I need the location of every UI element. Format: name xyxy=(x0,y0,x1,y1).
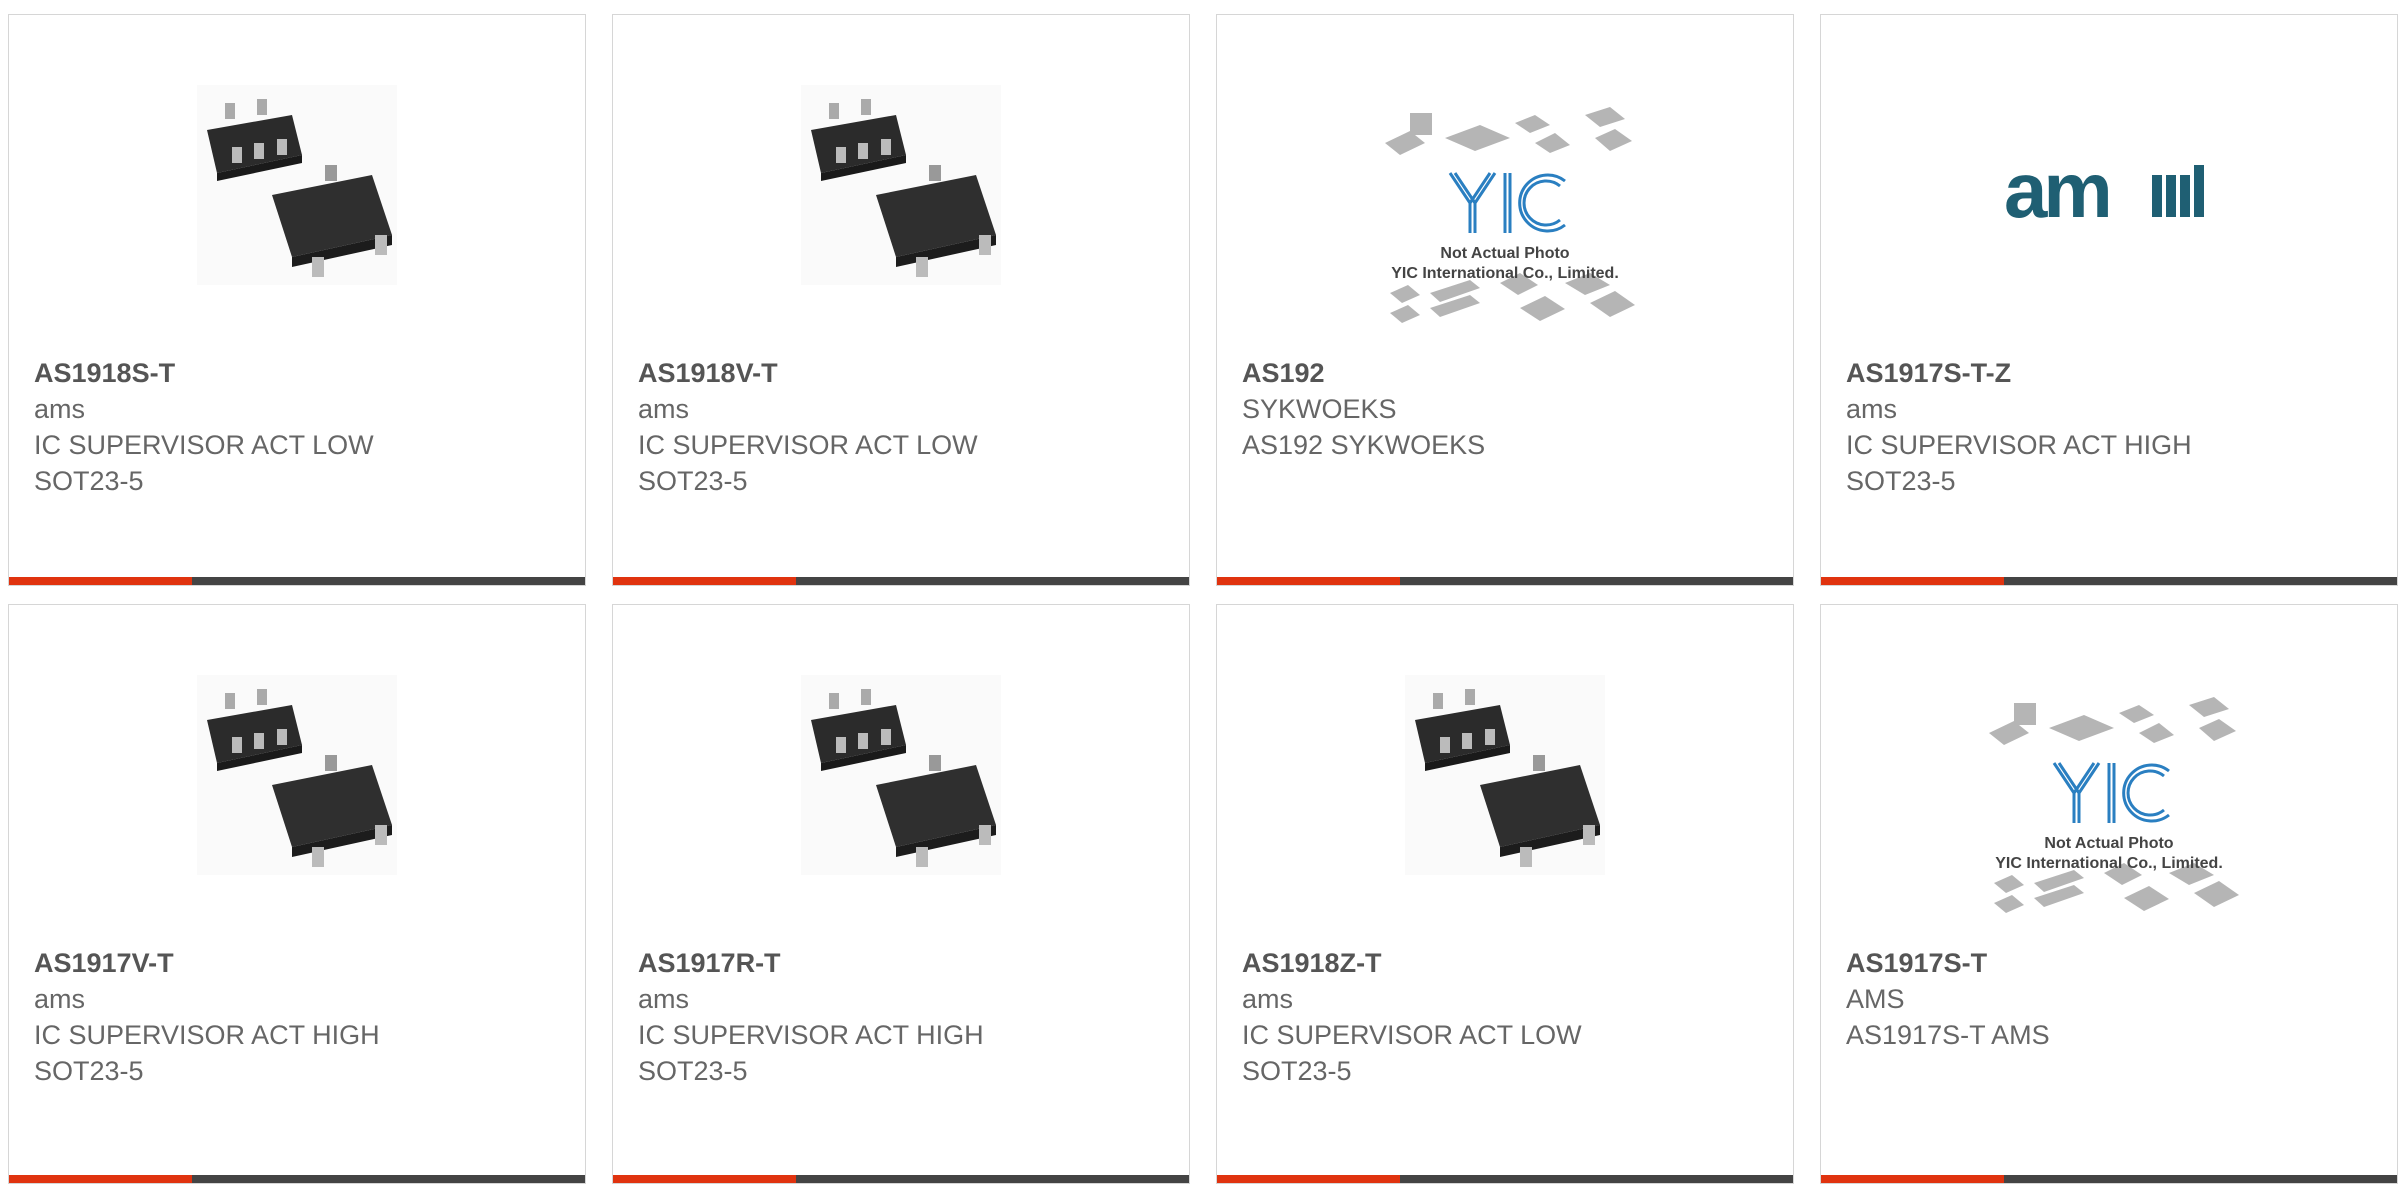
part-number-link[interactable]: AS192 xyxy=(1242,355,1783,391)
product-card[interactable]: AS1918Z-T ams IC SUPERVISOR ACT LOW SOT23-5 xyxy=(1216,604,1794,1184)
product-info: AS1918Z-T ams IC SUPERVISOR ACT LOW SOT23-5 xyxy=(1242,945,1783,1089)
part-number-link[interactable]: AS1918S-T xyxy=(34,355,575,391)
package-text: SOT23-5 xyxy=(1846,466,1956,496)
card-accent-bar xyxy=(1821,1175,2004,1183)
part-number-link[interactable]: AS1917V-T xyxy=(34,945,575,981)
product-card[interactable]: AS1918V-T ams IC SUPERVISOR ACT LOW SOT23-5 xyxy=(612,14,1190,586)
product-image[interactable] xyxy=(9,605,585,935)
sot23-chip-icon xyxy=(1405,675,1605,875)
brand-label: ams xyxy=(1846,394,1898,424)
description-text: IC SUPERVISOR ACT HIGH xyxy=(34,1020,380,1050)
product-image[interactable] xyxy=(613,15,1189,345)
description-text: IC SUPERVISOR ACT HIGH xyxy=(1846,430,2192,460)
card-bottom-bar xyxy=(1217,577,1793,585)
product-image[interactable]: am xyxy=(1821,15,2397,345)
part-number-link[interactable]: AS1917S-T-Z xyxy=(1846,355,2387,391)
brand-label: SYKWOEKS xyxy=(1242,394,1397,424)
part-number-link[interactable]: AS1917R-T xyxy=(638,945,1179,981)
brand-label: AMS xyxy=(1846,984,1905,1014)
card-bottom-bar xyxy=(9,577,585,585)
product-card[interactable]: Not Actual Photo YIC International Co., L… xyxy=(1216,14,1794,586)
product-image[interactable]: Not Actual Photo YIC International Co., L… xyxy=(1821,605,2397,935)
card-bottom-bar xyxy=(1217,1175,1793,1183)
product-image[interactable] xyxy=(9,15,585,345)
svg-text:am: am xyxy=(2004,155,2109,234)
card-accent-bar xyxy=(1217,577,1400,585)
product-info: AS192 SYKWOEKS AS192 SYKWOEKS xyxy=(1242,355,1783,463)
brand-label: ams xyxy=(34,394,86,424)
card-bottom-bar xyxy=(1821,1175,2397,1183)
description-text: IC SUPERVISOR ACT LOW xyxy=(34,430,374,460)
product-card[interactable]: AS1918S-T ams IC SUPERVISOR ACT LOW SOT23-5 xyxy=(8,14,586,586)
brand-label: ams xyxy=(638,394,690,424)
sot23-chip-icon xyxy=(801,85,1001,285)
package-text: SOT23-5 xyxy=(34,466,144,496)
brand-label: ams xyxy=(638,984,690,1014)
placeholder-caption: Not Actual Photo xyxy=(1440,245,1569,262)
brand-label: ams xyxy=(34,984,86,1014)
ams-logo-icon: am xyxy=(2004,155,2204,234)
description-text: IC SUPERVISOR ACT LOW xyxy=(638,430,978,460)
card-accent-bar xyxy=(9,577,192,585)
package-text: SOT23-5 xyxy=(1242,1056,1352,1086)
sot23-chip-icon xyxy=(197,85,397,285)
product-info: AS1917S-T-Z ams IC SUPERVISOR ACT HIGH SOT2… xyxy=(1846,355,2387,499)
card-accent-bar xyxy=(1217,1175,1400,1183)
part-number-link[interactable]: AS1918V-T xyxy=(638,355,1179,391)
product-info: AS1917V-T ams IC SUPERVISOR ACT HIGH SOT23-… xyxy=(34,945,575,1089)
card-bottom-bar xyxy=(613,1175,1189,1183)
card-bottom-bar xyxy=(613,577,1189,585)
card-bottom-bar xyxy=(1821,577,2397,585)
sot23-chip-icon xyxy=(197,675,397,875)
placeholder-caption: Not Actual Photo xyxy=(2044,835,2173,852)
description-text: AS1917S-T AMS xyxy=(1846,1020,2050,1050)
part-number-link[interactable]: AS1918Z-T xyxy=(1242,945,1783,981)
card-bottom-bar xyxy=(9,1175,585,1183)
part-number-link[interactable]: AS1917S-T xyxy=(1846,945,2387,981)
product-card[interactable]: AS1917R-T ams IC SUPERVISOR ACT HIGH SOT23-… xyxy=(612,604,1190,1184)
placeholder-caption: YIC International Co., Limited. xyxy=(1391,265,1619,282)
product-image[interactable] xyxy=(1217,605,1793,935)
package-text: SOT23-5 xyxy=(638,466,748,496)
package-text: SOT23-5 xyxy=(34,1056,144,1086)
description-text: AS192 SYKWOEKS xyxy=(1242,430,1486,460)
product-info: AS1917R-T ams IC SUPERVISOR ACT HIGH SOT23-… xyxy=(638,945,1179,1089)
package-text: SOT23-5 xyxy=(638,1056,748,1086)
product-card[interactable]: AS1917V-T ams IC SUPERVISOR ACT HIGH SOT23-… xyxy=(8,604,586,1184)
card-accent-bar xyxy=(9,1175,192,1183)
product-info: AS1918S-T ams IC SUPERVISOR ACT LOW SOT23-5 xyxy=(34,355,575,499)
yic-placeholder-icon: Not Actual Photo YIC International Co., L… xyxy=(1370,103,1640,343)
description-text: IC SUPERVISOR ACT LOW xyxy=(1242,1020,1582,1050)
description-text: IC SUPERVISOR ACT HIGH xyxy=(638,1020,984,1050)
yic-placeholder-icon: Not Actual Photo YIC International Co., L… xyxy=(1974,693,2244,933)
sot23-chip-icon xyxy=(801,675,1001,875)
card-accent-bar xyxy=(1821,577,2004,585)
product-image[interactable]: Not Actual Photo YIC International Co., L… xyxy=(1217,15,1793,345)
card-accent-bar xyxy=(613,1175,796,1183)
card-accent-bar xyxy=(613,577,796,585)
placeholder-caption: YIC International Co., Limited. xyxy=(1995,855,2223,872)
brand-label: ams xyxy=(1242,984,1294,1014)
product-card[interactable]: am AS1917S-T-Z ams IC SUPERVISOR ACT HIGH SO… xyxy=(1820,14,2398,586)
product-info: AS1917S-T AMS AS1917S-T AMS xyxy=(1846,945,2387,1053)
product-card[interactable]: Not Actual Photo YIC International Co., L… xyxy=(1820,604,2398,1184)
product-image[interactable] xyxy=(613,605,1189,935)
product-info: AS1918V-T ams IC SUPERVISOR ACT LOW SOT23-5 xyxy=(638,355,1179,499)
